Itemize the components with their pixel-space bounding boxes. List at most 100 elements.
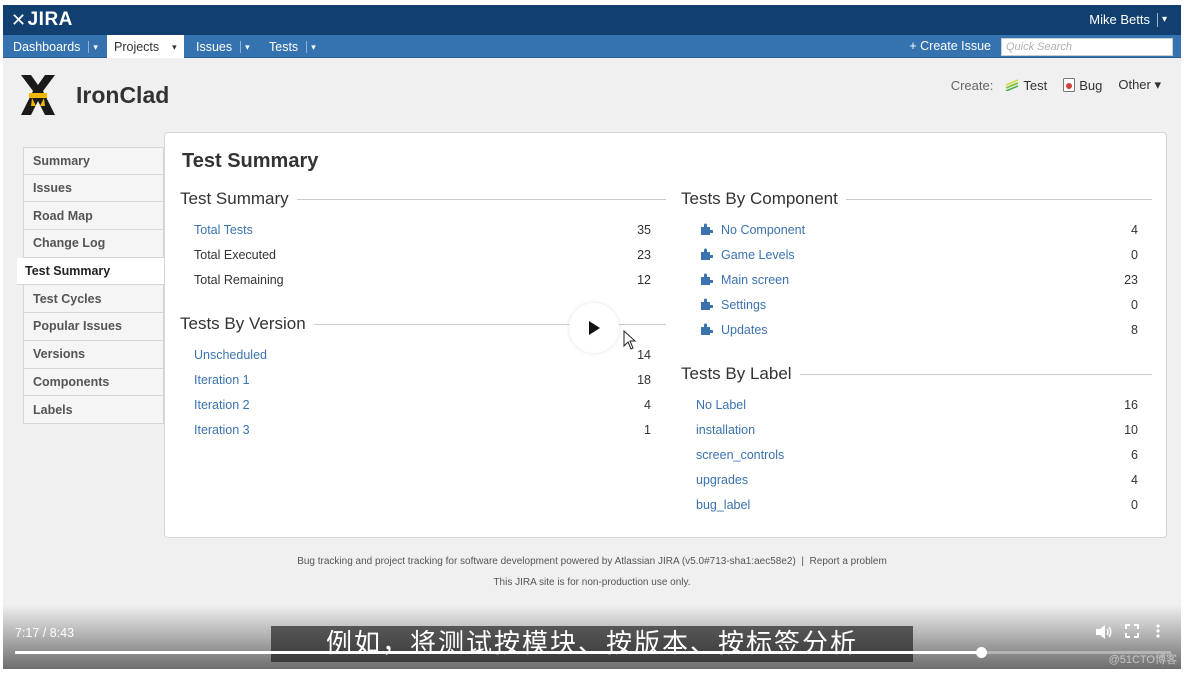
sidebar-item-popular-issues[interactable]: Popular Issues (23, 313, 164, 341)
sidebar-item-versions[interactable]: Versions (23, 340, 164, 369)
play-button[interactable] (569, 303, 619, 353)
chevron-down-icon[interactable]: ▾ (167, 40, 177, 53)
total-executed-label: Total Executed (194, 247, 276, 262)
nav-issues-label: Issues (196, 39, 233, 54)
component-link[interactable]: Main screen (700, 273, 789, 287)
component-icon (701, 248, 713, 260)
chevron-down-icon[interactable]: ▾ (240, 40, 250, 53)
create-test-button[interactable]: Test (1005, 78, 1047, 93)
divider (845, 198, 1152, 200)
sidebar-item-test-summary[interactable]: Test Summary (17, 257, 164, 286)
component-label: Settings (721, 297, 767, 312)
chevron-down-icon[interactable]: ▾ (306, 40, 316, 53)
label-count: 16 (1124, 397, 1138, 412)
user-menu[interactable]: Mike Betts ▾ (1089, 12, 1167, 27)
component-label: Updates (721, 322, 768, 337)
sidebar-item-components[interactable]: Components (23, 368, 164, 397)
label-link[interactable]: bug_label (696, 498, 750, 512)
sidebar-item-road-map[interactable]: Road Map (23, 202, 164, 231)
version-link[interactable]: Iteration 3 (194, 423, 250, 437)
sidebar-item-issues[interactable]: Issues (23, 174, 164, 203)
total-executed-value: 23 (637, 247, 651, 262)
nav-projects[interactable]: Projects ▾ (107, 35, 184, 58)
sidebar-item-test-cycles[interactable]: Test Cycles (23, 285, 164, 314)
component-link[interactable]: No Component (700, 223, 805, 237)
list-item: bug_label 0 (696, 492, 1138, 517)
component-link[interactable]: Updates (700, 323, 768, 337)
create-issue-button[interactable]: + Create Issue (909, 39, 991, 53)
create-test-label: Test (1023, 77, 1048, 93)
project-name: IronClad (76, 82, 170, 108)
divider (296, 198, 666, 200)
label-count: 10 (1124, 422, 1138, 437)
component-count: 23 (1124, 272, 1138, 287)
label-count: 4 (1131, 472, 1138, 487)
main-nav: Dashboards ▾ Projects ▾ Issues ▾ Tests ▾… (3, 35, 1181, 58)
more-options-icon[interactable] (1156, 624, 1160, 638)
create-bar: Create: Test Bug Other ▾ (951, 77, 1161, 93)
component-icon (701, 223, 713, 235)
tests-by-label-section: Tests By Label No Label 16 installation … (681, 363, 1152, 517)
create-label: Create: (950, 77, 994, 93)
video-progress-fill (15, 651, 982, 654)
quick-search-input[interactable]: Quick Search (1001, 38, 1173, 56)
list-item: Total Tests 35 (194, 217, 651, 242)
nav-issues[interactable]: Issues ▾ (196, 35, 250, 58)
jira-logo[interactable]: ✕ JIRA (11, 9, 73, 31)
chevron-down-icon[interactable]: ▾ (88, 40, 98, 53)
version-count: 14 (637, 347, 651, 362)
create-other-dropdown[interactable]: Other ▾ (1118, 77, 1161, 93)
sidebar-item-labels[interactable]: Labels (23, 396, 164, 424)
create-bug-button[interactable]: Bug (1063, 78, 1102, 93)
total-tests-link[interactable]: Total Tests (194, 223, 253, 237)
total-remaining-value: 12 (637, 272, 651, 287)
component-icon (701, 323, 713, 335)
play-icon (589, 321, 600, 335)
version-link[interactable]: Iteration 2 (194, 398, 250, 412)
ironclad-logo-icon (21, 75, 55, 115)
list-item: Iteration 3 1 (194, 417, 651, 442)
volume-icon[interactable] (1095, 624, 1113, 640)
footer-powered-by: Bug tracking and project tracking for so… (3, 556, 1181, 567)
test-icon (1005, 79, 1019, 91)
nav-dashboards[interactable]: Dashboards ▾ (3, 35, 103, 58)
tests-by-component-section: Tests By Component No Component 4 Game L… (681, 188, 1152, 342)
section-heading-text: Tests By Version (180, 314, 306, 333)
test-summary-panel: Test Summary Test Summary Total Tests 35… (164, 132, 1167, 538)
label-link[interactable]: upgrades (696, 473, 748, 487)
section-heading: Tests By Label (681, 363, 1152, 385)
component-label: No Component (721, 222, 806, 237)
section-heading: Test Summary (180, 188, 666, 210)
page-title: Test Summary (182, 150, 319, 172)
nav-projects-label: Projects (114, 39, 160, 54)
sidebar-item-summary[interactable]: Summary (23, 147, 164, 175)
list-item: Updates 8 (700, 317, 1138, 342)
list-item: No Component 4 (700, 217, 1138, 242)
section-heading-text: Test Summary (180, 189, 289, 208)
label-link[interactable]: screen_controls (696, 448, 784, 462)
bug-icon (1063, 78, 1076, 92)
version-link[interactable]: Unscheduled (194, 348, 267, 362)
jira-logo-text: JIRA (27, 9, 73, 30)
label-link[interactable]: installation (696, 423, 755, 437)
sidebar-item-change-log[interactable]: Change Log (23, 230, 164, 258)
nav-tests[interactable]: Tests ▾ (269, 35, 316, 58)
section-heading: Tests By Component (681, 188, 1152, 210)
list-item: Settings 0 (700, 292, 1138, 317)
component-count: 0 (1131, 247, 1138, 262)
component-link[interactable]: Game Levels (700, 248, 795, 262)
component-link[interactable]: Settings (700, 298, 766, 312)
version-count: 4 (644, 397, 651, 412)
fullscreen-icon[interactable] (1125, 624, 1139, 638)
list-item: Iteration 1 18 (194, 367, 651, 392)
report-problem-link[interactable]: Report a problem (810, 556, 887, 567)
component-icon (701, 298, 713, 310)
video-frame: ✕ JIRA Mike Betts ▾ Dashboards ▾ Project… (3, 5, 1181, 669)
video-progress-bar[interactable] (15, 647, 1171, 658)
label-link[interactable]: No Label (696, 398, 746, 412)
version-link[interactable]: Iteration 1 (194, 373, 250, 387)
footer-separator: | (798, 556, 810, 567)
section-heading-text: Tests By Label (681, 364, 792, 383)
list-item: Main screen 23 (700, 267, 1138, 292)
footer-notice: This JIRA site is for non-production use… (493, 577, 691, 588)
